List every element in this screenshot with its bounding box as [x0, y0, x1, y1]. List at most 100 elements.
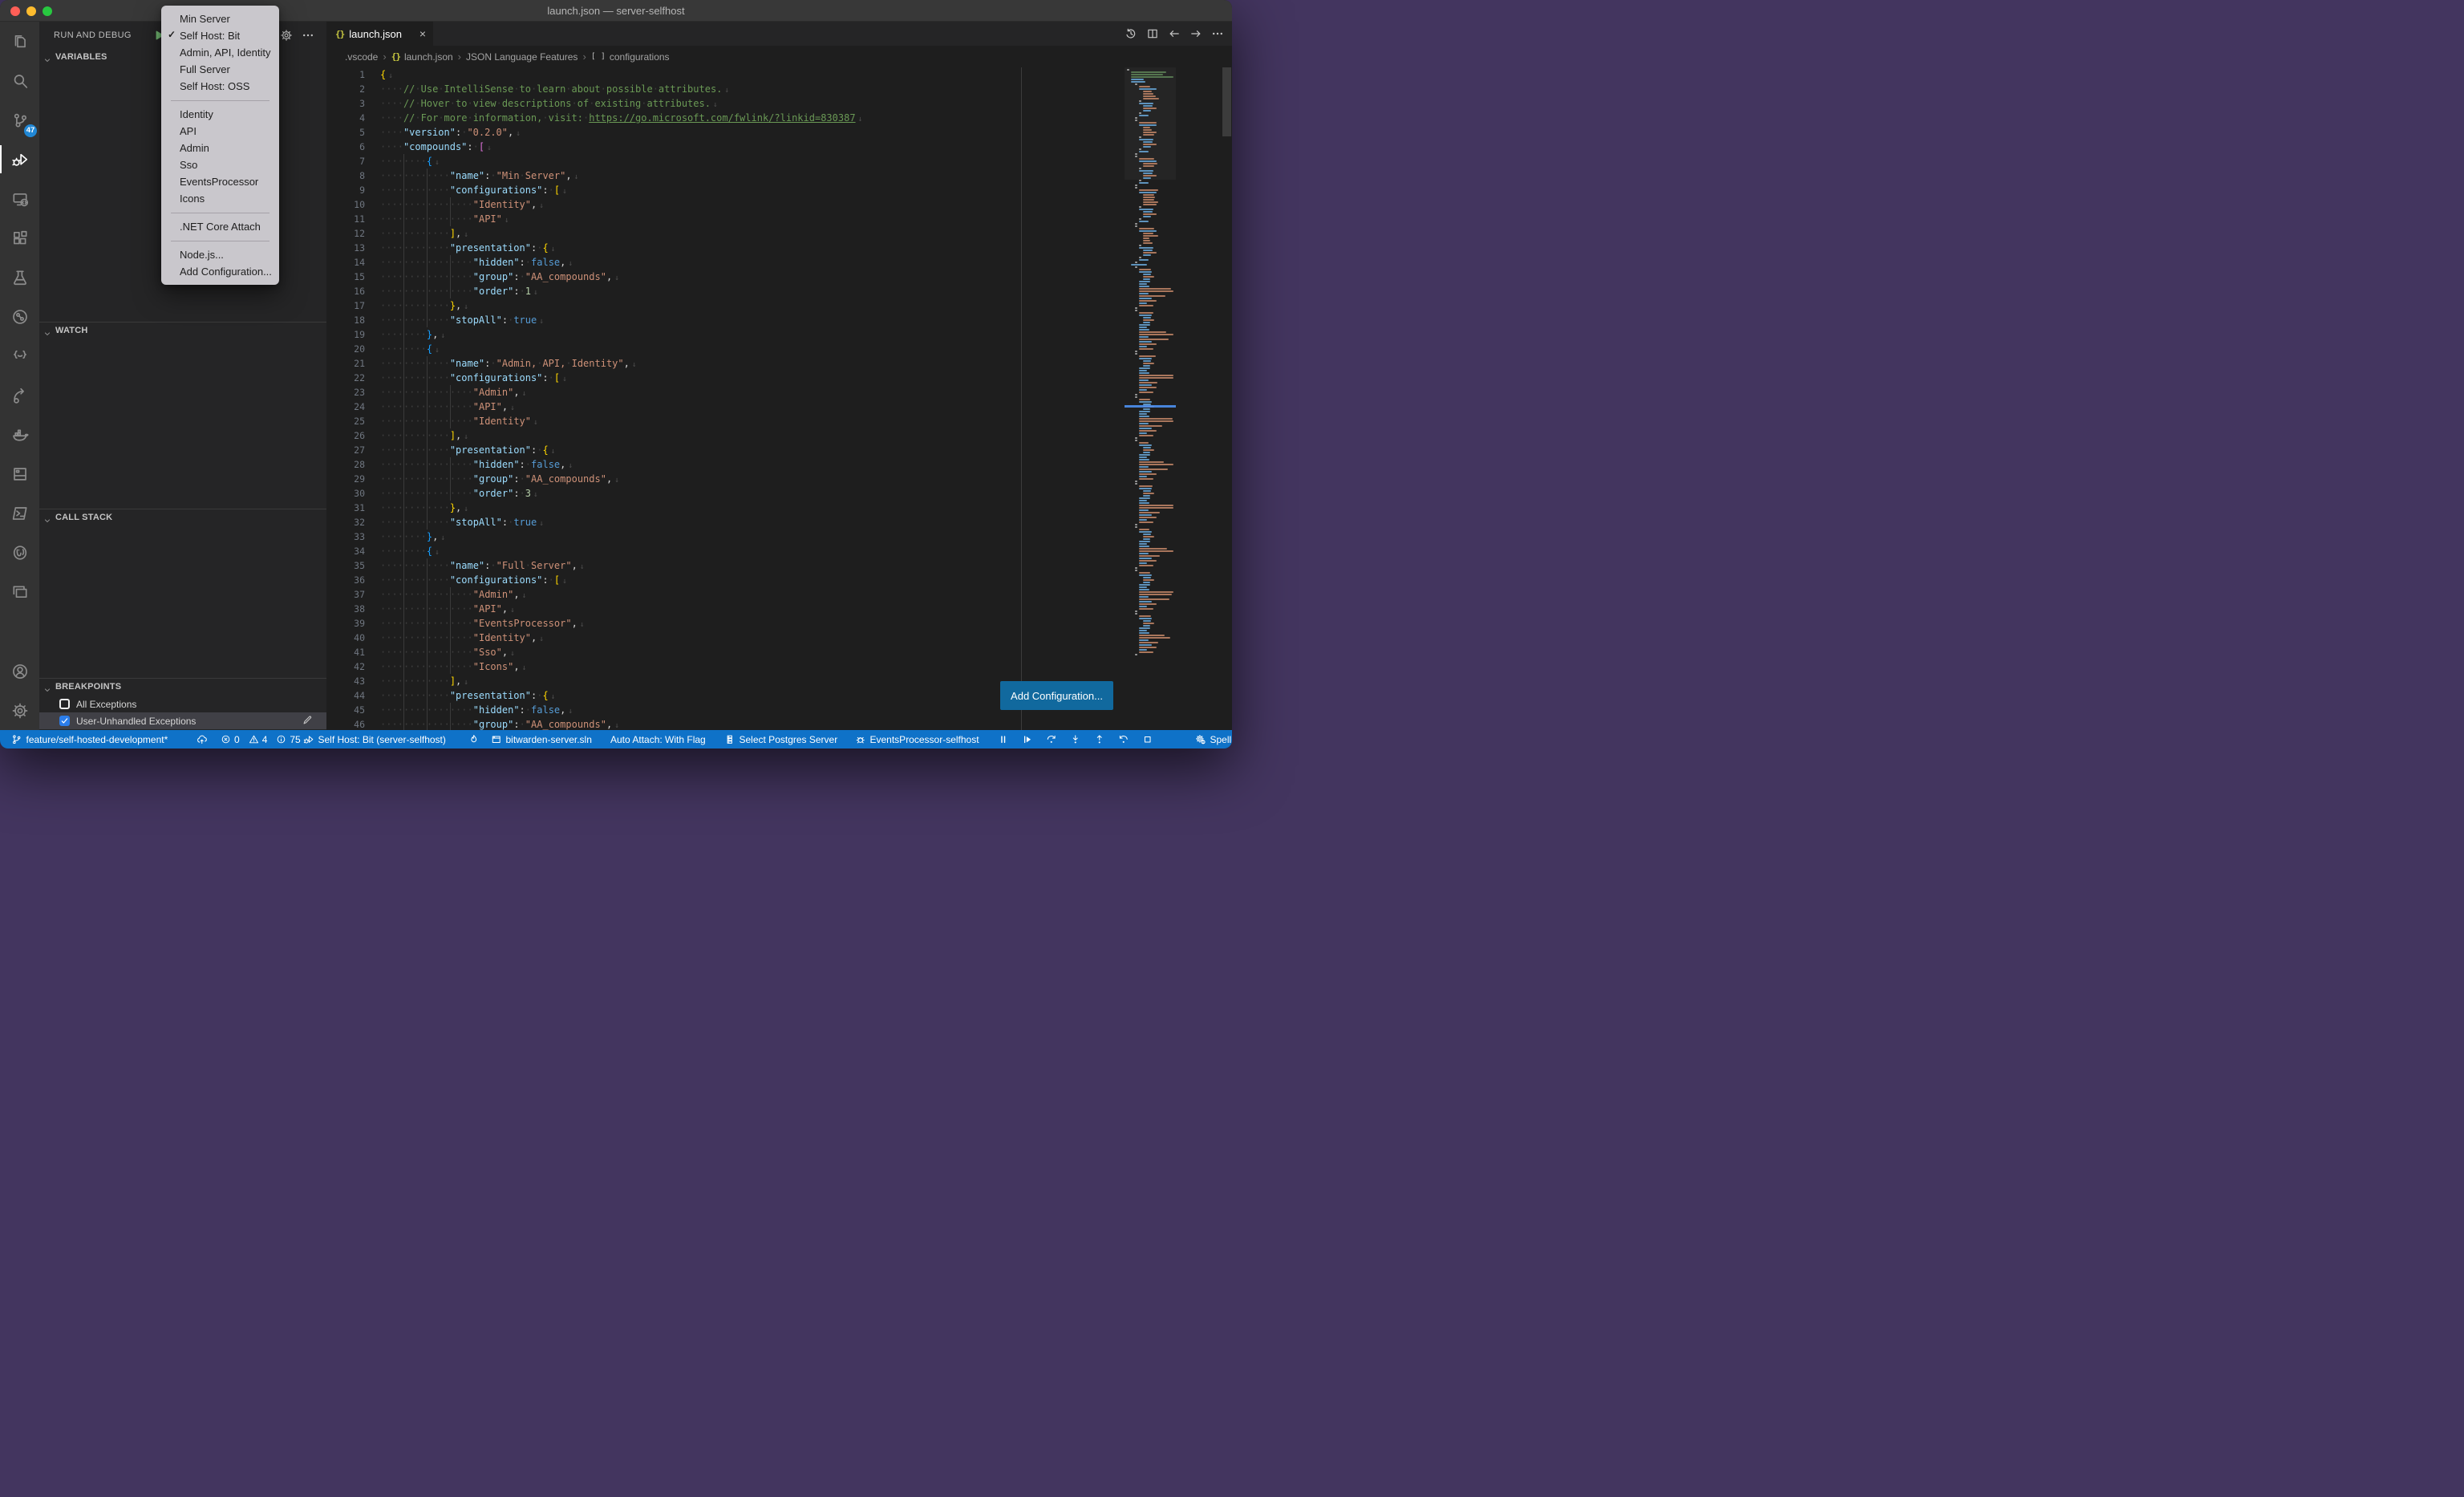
activity-explorer[interactable] [0, 22, 39, 61]
history-icon[interactable] [1125, 27, 1137, 40]
code-line[interactable]: ················"Admin",↓ [380, 587, 526, 602]
line-number[interactable]: 29 [326, 472, 365, 486]
line-number[interactable]: 16 [326, 284, 365, 298]
code-line[interactable]: ················"hidden":·false,↓ [380, 457, 573, 472]
code-line[interactable]: ········{↓ [380, 342, 440, 356]
menu-item-sso[interactable]: Sso [161, 156, 279, 173]
activity-source-control[interactable]: 47 [0, 100, 39, 140]
status-continue[interactable] [1022, 730, 1033, 748]
activity-run-and-debug[interactable] [0, 140, 39, 179]
navigate-forward-icon[interactable] [1189, 27, 1202, 40]
line-number[interactable]: 41 [326, 645, 365, 659]
code-line[interactable]: ················"Identity",↓ [380, 631, 544, 645]
code-line[interactable]: ················"Admin",↓ [380, 385, 526, 400]
line-number[interactable]: 20 [326, 342, 365, 356]
status-step-out[interactable] [1094, 730, 1105, 748]
menu-item-admin-api-identity[interactable]: Admin, API, Identity [161, 44, 279, 61]
code-line[interactable]: ················"order":·1↓ [380, 284, 538, 298]
code-line[interactable]: ················"EventsProcessor",↓ [380, 616, 585, 631]
zoom-window-button[interactable] [43, 6, 52, 16]
line-number[interactable]: 38 [326, 602, 365, 616]
status-events-processor[interactable]: EventsProcessor-selfhost [855, 730, 979, 748]
activity-powershell[interactable] [0, 493, 39, 533]
line-number[interactable]: 7 [326, 154, 365, 168]
close-tab-icon[interactable]: × [419, 28, 426, 39]
line-number[interactable]: 8 [326, 168, 365, 183]
section-watch[interactable]: WATCH [39, 322, 326, 339]
scrollbar-thumb[interactable] [1222, 67, 1231, 136]
line-number[interactable]: 25 [326, 414, 365, 428]
code-line[interactable]: ············],↓ [380, 428, 468, 443]
code-line[interactable]: ········},↓ [380, 327, 445, 342]
code-line[interactable]: ····//·For·more·information,·visit:·http… [380, 111, 862, 125]
line-number[interactable]: 3 [326, 96, 365, 111]
code-line[interactable]: ················"group":·"AA_compounds",… [380, 717, 619, 730]
line-number[interactable]: 1 [326, 67, 365, 82]
code-line[interactable]: ····//·Use·IntelliSense·to·learn·about·p… [380, 82, 729, 96]
status-git-branch[interactable]: feature/self-hosted-development* [11, 730, 168, 748]
status-flame[interactable] [468, 730, 480, 748]
line-number[interactable]: 4 [326, 111, 365, 125]
line-number[interactable]: 23 [326, 385, 365, 400]
line-number[interactable]: 5 [326, 125, 365, 140]
menu-item-net-core-attach[interactable]: .NET Core Attach [161, 218, 279, 235]
activity-accounts[interactable] [0, 651, 39, 691]
code-line[interactable]: ········{↓ [380, 154, 440, 168]
close-window-button[interactable] [10, 6, 20, 16]
line-number[interactable]: 2 [326, 82, 365, 96]
status-stop[interactable] [1142, 730, 1153, 748]
menu-item-self-host-bit[interactable]: ✓Self Host: Bit [161, 27, 279, 44]
activity-extensions[interactable] [0, 218, 39, 258]
breadcrumb-launch-json[interactable]: {}launch.json [391, 51, 453, 63]
line-number[interactable]: 39 [326, 616, 365, 631]
breadcrumb-configurations[interactable]: [ ]configurations [591, 51, 670, 63]
line-number[interactable]: 33 [326, 529, 365, 544]
code-line[interactable]: ············],↓ [380, 226, 468, 241]
edit-pencil-icon[interactable] [302, 714, 314, 728]
menu-item-eventsprocessor[interactable]: EventsProcessor [161, 173, 279, 190]
activity-remote-explorer[interactable] [0, 179, 39, 218]
code-line[interactable]: ············},↓ [380, 501, 468, 515]
menu-item-identity[interactable]: Identity [161, 106, 279, 123]
code-line[interactable]: ················"Identity"↓ [380, 414, 538, 428]
line-number[interactable]: 35 [326, 558, 365, 573]
line-number[interactable]: 15 [326, 270, 365, 284]
more-actions-icon[interactable] [302, 29, 314, 46]
line-number[interactable]: 13 [326, 241, 365, 255]
line-number[interactable]: 12 [326, 226, 365, 241]
line-number[interactable]: 36 [326, 573, 365, 587]
code-line[interactable]: ············"presentation":·{↓ [380, 688, 555, 703]
code-line[interactable]: ············"name":·"Admin,·API,·Identit… [380, 356, 637, 371]
activity-settings[interactable] [0, 691, 39, 730]
line-number[interactable]: 42 [326, 659, 365, 674]
line-number[interactable]: 45 [326, 703, 365, 717]
checked-checkbox[interactable] [59, 716, 70, 726]
line-number[interactable]: 21 [326, 356, 365, 371]
code-line[interactable]: ············},↓ [380, 298, 468, 313]
menu-item-self-host-oss[interactable]: Self Host: OSS [161, 78, 279, 95]
line-number[interactable]: 31 [326, 501, 365, 515]
line-number[interactable]: 22 [326, 371, 365, 385]
unchecked-checkbox[interactable] [59, 699, 70, 709]
activity-copilot[interactable] [0, 336, 39, 375]
code-line[interactable]: ············"name":·"Full·Server",↓ [380, 558, 585, 573]
status-solution[interactable]: bitwarden-server.sln [491, 730, 592, 748]
menu-item-node-js[interactable]: Node.js... [161, 246, 279, 263]
code-line[interactable]: ············"presentation":·{↓ [380, 241, 555, 255]
menu-item-full-server[interactable]: Full Server [161, 61, 279, 78]
line-number[interactable]: 37 [326, 587, 365, 602]
line-number[interactable]: 46 [326, 717, 365, 730]
breadcrumb-vscode[interactable]: .vscode [345, 51, 378, 63]
line-number[interactable]: 34 [326, 544, 365, 558]
status-step-back[interactable] [1118, 730, 1129, 748]
menu-item-min-server[interactable]: Min Server [161, 10, 279, 27]
status-step-over[interactable] [1046, 730, 1057, 748]
code-line[interactable]: ········},↓ [380, 529, 445, 544]
code-line[interactable]: ················"hidden":·false,↓ [380, 255, 573, 270]
code-line[interactable]: ················"Identity",↓ [380, 197, 544, 212]
line-number[interactable]: 44 [326, 688, 365, 703]
line-number[interactable]: 32 [326, 515, 365, 529]
code-line[interactable]: ················"Icons",↓ [380, 659, 526, 674]
code-line[interactable]: ············],↓ [380, 674, 468, 688]
minimap[interactable] [1125, 67, 1176, 730]
